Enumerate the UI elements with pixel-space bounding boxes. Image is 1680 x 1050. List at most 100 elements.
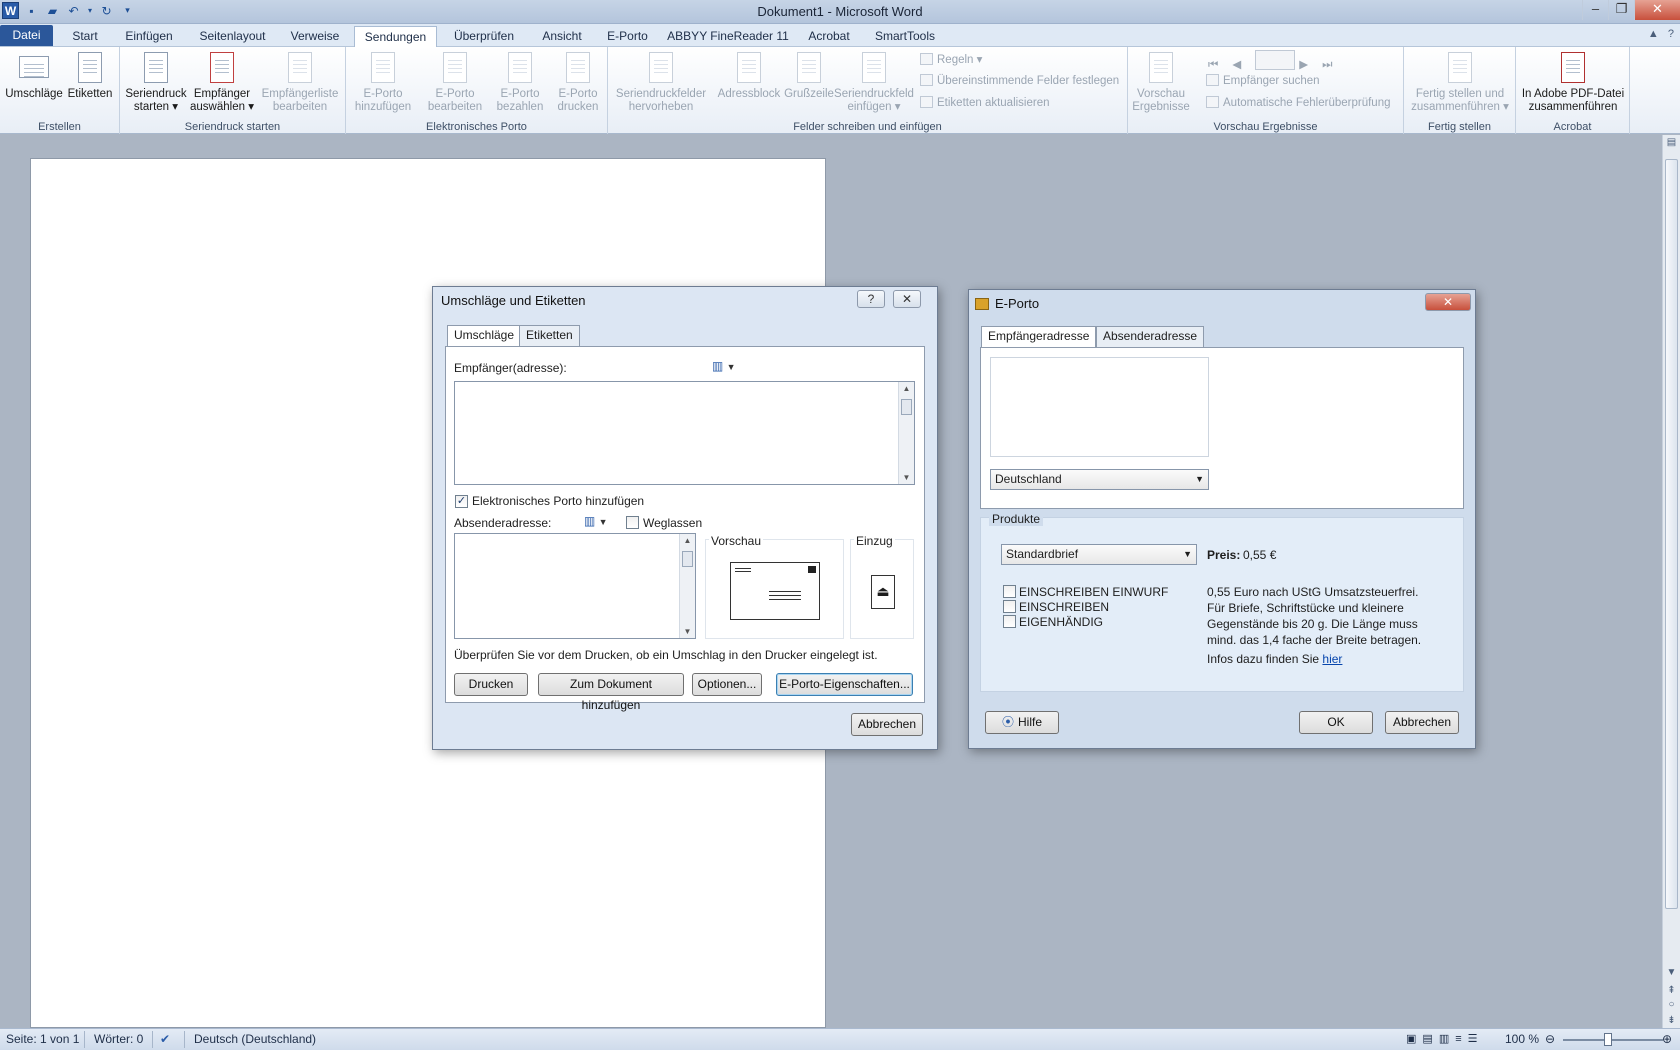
einschreiben-einwurf-checkbox[interactable] bbox=[1003, 585, 1016, 598]
empfaenger-auswaehlen-button[interactable]: Empfänger auswählen ▾ bbox=[190, 50, 254, 114]
tab-etiketten[interactable]: Etiketten bbox=[519, 325, 580, 346]
drucken-button[interactable]: Drucken bbox=[454, 673, 528, 696]
tab-absenderadresse[interactable]: Absenderadresse bbox=[1096, 326, 1205, 347]
empfaengerliste-bearbeiten-button[interactable]: Empfängerliste bearbeiten bbox=[258, 50, 342, 114]
tab-sendungen[interactable]: Sendungen bbox=[354, 26, 437, 48]
eporto-eigenschaften-button[interactable]: E-Porto-Eigenschaften... bbox=[776, 673, 913, 696]
zoom-slider[interactable] bbox=[1563, 1039, 1663, 1041]
scroll-down-icon[interactable]: ▼ bbox=[1663, 967, 1680, 978]
restore-icon[interactable]: ❐ bbox=[1608, 0, 1634, 20]
web-layout-icon[interactable]: ▥ bbox=[1439, 1033, 1455, 1045]
record-number-field[interactable] bbox=[1255, 50, 1296, 70]
einschreiben-checkbox[interactable] bbox=[1003, 600, 1016, 613]
absender-textbox[interactable]: ▲ ▼ bbox=[454, 533, 696, 639]
previous-page-icon[interactable]: ⇞ bbox=[1663, 985, 1680, 996]
last-record-icon[interactable]: ⏭ bbox=[1322, 59, 1346, 71]
tab-einfuegen[interactable]: Einfügen bbox=[118, 26, 180, 47]
tab-ueberpruefen[interactable]: Überprüfen bbox=[446, 26, 522, 47]
close-icon[interactable]: ✕ bbox=[893, 290, 921, 308]
eporto-bezahlen-button[interactable]: E-Porto bezahlen bbox=[492, 50, 548, 114]
fertig-stellen-button[interactable]: Fertig stellen und zusammenführen ▾ bbox=[1406, 50, 1514, 114]
language[interactable]: Deutsch (Deutschland) bbox=[194, 1032, 316, 1046]
tab-empfaengeradresse[interactable]: Empfängeradresse bbox=[981, 326, 1097, 349]
next-record-icon[interactable]: ▶ bbox=[1299, 59, 1322, 71]
scroll-up-icon[interactable]: ▲ bbox=[680, 536, 695, 545]
page-count[interactable]: Seite: 1 von 1 bbox=[6, 1032, 79, 1046]
zum-dokument-hinzufuegen-button[interactable]: Zum Dokument hinzufügen bbox=[538, 673, 684, 712]
proofing-icon[interactable]: ✔ bbox=[160, 1032, 170, 1046]
previous-record-icon[interactable]: ◀ bbox=[1232, 59, 1255, 71]
weglassen-checkbox[interactable] bbox=[626, 516, 639, 529]
scrollbar-thumb[interactable] bbox=[901, 399, 912, 415]
tab-verweise[interactable]: Verweise bbox=[285, 26, 345, 47]
pdf-zusammenfuehren-button[interactable]: In Adobe PDF-Datei zusammenführen bbox=[1518, 50, 1628, 114]
empfaenger-scrollbar[interactable]: ▲ ▼ bbox=[898, 382, 914, 484]
eporto-hinzufuegen-button[interactable]: E-Porto hinzufügen bbox=[348, 50, 418, 114]
vertical-scrollbar[interactable]: ▤ ▼ ⇞ ○ ⇟ bbox=[1662, 135, 1680, 1028]
tab-umschlaege[interactable]: Umschläge bbox=[447, 325, 522, 348]
first-record-icon[interactable]: ⏮ bbox=[1208, 59, 1232, 71]
tab-datei[interactable]: Datei bbox=[0, 25, 53, 46]
next-page-icon[interactable]: ⇟ bbox=[1663, 1015, 1680, 1026]
zoom-in-icon[interactable]: ⊕ bbox=[1662, 1032, 1672, 1046]
print-layout-icon[interactable]: ▣ bbox=[1406, 1033, 1422, 1045]
help-icon[interactable]: ? bbox=[1668, 28, 1674, 40]
empfaenger-suchen-button[interactable]: Empfänger suchen bbox=[1206, 74, 1320, 87]
scroll-down-icon[interactable]: ▼ bbox=[899, 473, 914, 482]
fehlerpruefung-button[interactable]: Automatische Fehlerüberprüfung bbox=[1206, 96, 1391, 109]
address-book-icon[interactable]: ▥ ▼ bbox=[584, 514, 608, 528]
minimize-ribbon-icon[interactable]: ▲ bbox=[1648, 28, 1659, 40]
optionen-button[interactable]: Optionen... bbox=[692, 673, 762, 696]
einzug-box[interactable]: Einzug ⏏ bbox=[850, 534, 914, 639]
zoom-slider-thumb[interactable] bbox=[1604, 1033, 1612, 1046]
produkt-select[interactable]: Standardbrief ▼ bbox=[1001, 544, 1197, 565]
zoom-level[interactable]: 100 % bbox=[1505, 1032, 1539, 1046]
tab-acrobat[interactable]: Acrobat bbox=[800, 26, 858, 47]
dropdown-arrow-icon[interactable]: ▼ bbox=[599, 517, 608, 527]
vorschau-box[interactable]: Vorschau bbox=[705, 534, 844, 639]
eporto-drucken-button[interactable]: E-Porto drucken bbox=[550, 50, 606, 114]
seriendruckfelder-hervorheben-button[interactable]: Seriendruckfelder hervorheben bbox=[610, 50, 712, 114]
outline-icon[interactable]: ≡ bbox=[1455, 1033, 1467, 1045]
close-icon[interactable]: ✕ bbox=[1634, 0, 1680, 20]
abbrechen-button[interactable]: Abbrechen bbox=[1385, 711, 1459, 734]
umschlaege-button[interactable]: Umschläge bbox=[5, 50, 63, 101]
ruler-toggle-icon[interactable]: ▤ bbox=[1663, 137, 1680, 148]
eporto-bearbeiten-button[interactable]: E-Porto bearbeiten bbox=[422, 50, 488, 114]
empfaengeradresse-textbox[interactable] bbox=[990, 357, 1209, 457]
close-icon[interactable]: ✕ bbox=[1425, 293, 1471, 311]
abbrechen-button[interactable]: Abbrechen bbox=[851, 713, 923, 736]
etiketten-aktualisieren-button[interactable]: Etiketten aktualisieren bbox=[920, 96, 1050, 109]
regeln-button[interactable]: Regeln ▾ bbox=[920, 52, 982, 66]
browse-object-icon[interactable]: ○ bbox=[1663, 999, 1680, 1010]
tab-ansicht[interactable]: Ansicht bbox=[534, 26, 590, 47]
vorschau-ergebnisse-button[interactable]: Vorschau Ergebnisse bbox=[1130, 50, 1192, 114]
scrollbar-thumb[interactable] bbox=[1665, 159, 1678, 909]
eporto-checkbox[interactable]: ✓ bbox=[455, 495, 468, 508]
eigenhaendig-checkbox[interactable] bbox=[1003, 615, 1016, 628]
ok-button[interactable]: OK bbox=[1299, 711, 1373, 734]
draft-icon[interactable]: ☰ bbox=[1468, 1033, 1484, 1045]
scrollbar-thumb[interactable] bbox=[682, 551, 693, 567]
felder-festlegen-button[interactable]: Übereinstimmende Felder festlegen bbox=[920, 74, 1119, 87]
tab-seitenlayout[interactable]: Seitenlayout bbox=[190, 26, 275, 47]
hier-link[interactable]: hier bbox=[1322, 652, 1342, 666]
land-select[interactable]: Deutschland ▼ bbox=[990, 469, 1209, 490]
empfaenger-textbox[interactable]: ▲ ▼ bbox=[454, 381, 915, 485]
hilfe-button[interactable]: ⦿ Hilfe bbox=[985, 711, 1059, 734]
full-screen-icon[interactable]: ▤ bbox=[1422, 1033, 1438, 1045]
seriendruckfeld-einfuegen-button[interactable]: Seriendruckfeld einfügen ▾ bbox=[826, 50, 922, 114]
tab-smarttools[interactable]: SmartTools bbox=[870, 26, 940, 47]
scroll-up-icon[interactable]: ▲ bbox=[899, 384, 914, 393]
tab-abbyy[interactable]: ABBYY FineReader 11 bbox=[664, 26, 792, 47]
help-icon[interactable]: ? bbox=[857, 290, 885, 308]
minimize-icon[interactable]: – bbox=[1582, 0, 1608, 20]
address-book-icon[interactable]: ▥ ▼ bbox=[712, 359, 736, 373]
tab-eporto[interactable]: E-Porto bbox=[600, 26, 655, 47]
scroll-down-icon[interactable]: ▼ bbox=[680, 627, 695, 636]
seriendruck-starten-button[interactable]: Seriendruck starten ▾ bbox=[124, 50, 188, 114]
dropdown-arrow-icon[interactable]: ▼ bbox=[727, 362, 736, 372]
tab-start[interactable]: Start bbox=[62, 26, 108, 47]
absender-scrollbar[interactable]: ▲ ▼ bbox=[679, 534, 695, 638]
zoom-out-icon[interactable]: ⊖ bbox=[1545, 1032, 1555, 1046]
